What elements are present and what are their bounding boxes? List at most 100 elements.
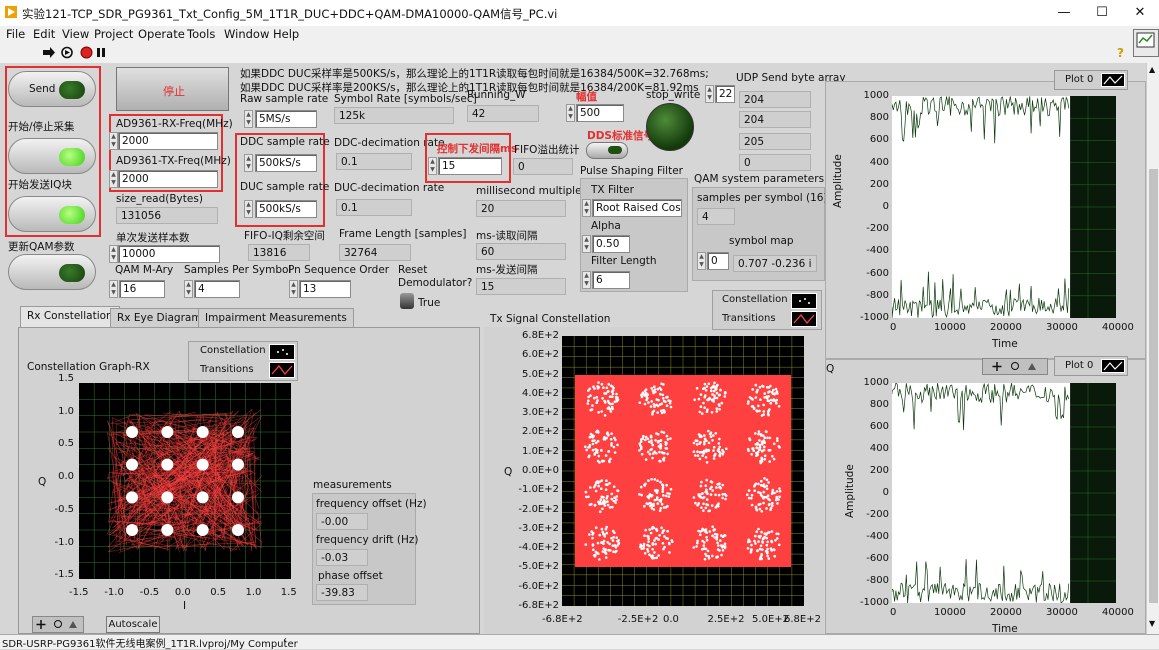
- update-qam-button[interactable]: [8, 254, 96, 290]
- send-button[interactable]: Send: [8, 71, 96, 107]
- reset-demod-switch[interactable]: [400, 293, 414, 309]
- graph-palette[interactable]: [32, 616, 84, 633]
- amp-spinner[interactable]: ▲ ▼: [566, 104, 575, 122]
- alpha-spinner[interactable]: ▲ ▼: [582, 235, 591, 253]
- tick-label: -0.5: [54, 503, 74, 515]
- run-arrow-icon[interactable]: [42, 46, 56, 62]
- symbol-sample: [649, 502, 653, 505]
- rx-constellation-plot[interactable]: [79, 383, 291, 579]
- menu-project[interactable]: Project: [94, 27, 133, 41]
- freq-drift-label: frequency drift (Hz): [316, 534, 419, 546]
- minimize-button[interactable]: —: [1044, 0, 1084, 26]
- menu-tools[interactable]: Tools: [187, 27, 215, 41]
- close-button[interactable]: ✕: [1120, 0, 1159, 26]
- tx-legend-dots-swatch[interactable]: [791, 293, 817, 309]
- interval-spinner[interactable]: ▲ ▼: [428, 157, 437, 175]
- q-amplitude-plot[interactable]: [891, 382, 1116, 604]
- tx-freq-spinner[interactable]: ▲ ▼: [109, 170, 118, 188]
- sps-spinner[interactable]: ▲ ▼: [184, 280, 193, 298]
- udp-index-input[interactable]: 22: [715, 85, 735, 103]
- qam-mary-spinner[interactable]: ▲ ▼: [109, 280, 118, 298]
- rx-legend-line-swatch[interactable]: [269, 362, 295, 378]
- send-samples-spinner[interactable]: ▲ ▼: [109, 245, 118, 263]
- symbol-map-label: symbol map: [729, 235, 794, 247]
- duc-rate-spinner[interactable]: ▲ ▼: [244, 200, 253, 218]
- send-samples-input[interactable]: 10000: [118, 245, 220, 263]
- rx-freq-spinner[interactable]: ▲ ▼: [109, 132, 118, 150]
- symbol-map-index[interactable]: 0: [707, 252, 729, 270]
- stop-write-led[interactable]: [646, 103, 694, 151]
- symbol-sample: [668, 542, 671, 546]
- menu-view[interactable]: View: [62, 27, 89, 41]
- tx-filter-select[interactable]: Root Raised Cos: [592, 199, 682, 217]
- q-plot-palette[interactable]: [982, 358, 1048, 375]
- symbol-map-spinner[interactable]: ▲ ▼: [697, 252, 706, 270]
- alpha-input[interactable]: 0.50: [592, 235, 630, 253]
- udp-index-spinner[interactable]: ▲ ▼: [705, 85, 714, 103]
- symbol-sample: [659, 388, 663, 391]
- pn-spinner[interactable]: ▲ ▼: [289, 280, 298, 298]
- dds-toggle-button[interactable]: [586, 142, 628, 159]
- pause-icon[interactable]: [96, 46, 106, 62]
- rx-x-axis-label: I: [183, 600, 187, 612]
- symbol-sample: [723, 545, 727, 548]
- pn-input[interactable]: 13: [299, 280, 351, 298]
- symbol-sample: [659, 444, 663, 448]
- symbol-sample: [721, 483, 725, 487]
- fifo-iq-label: FIFO-IQ剩余空间: [244, 230, 325, 242]
- i-amplitude-plot[interactable]: [891, 96, 1116, 319]
- menu-file[interactable]: File: [6, 27, 25, 41]
- interval-input[interactable]: 15: [438, 157, 502, 175]
- maximize-button[interactable]: ☐: [1082, 0, 1122, 26]
- symbol-sample: [615, 495, 619, 498]
- symbol-sample: [770, 549, 773, 552]
- tab-rx-constellation[interactable]: Rx Constellation: [20, 306, 120, 328]
- ddc-rate-spinner[interactable]: ▲ ▼: [244, 154, 253, 172]
- tab-impairment-measurements[interactable]: Impairment Measurements: [198, 308, 354, 328]
- symbol-sample: [639, 485, 643, 489]
- abort-icon[interactable]: [80, 46, 93, 62]
- menu-operate[interactable]: Operate: [138, 27, 185, 41]
- rx-legend-dots-swatch[interactable]: [269, 344, 295, 360]
- symbol-sample: [651, 452, 655, 455]
- tx-legend-line-swatch[interactable]: [791, 311, 817, 327]
- scroll-up-arrow[interactable]: ▲: [1149, 65, 1155, 74]
- symbol-sample: [591, 434, 594, 437]
- menu-window[interactable]: Window: [224, 27, 269, 41]
- filter-length-input[interactable]: 6: [592, 271, 630, 289]
- ms-read-label: ms-读取间隔: [476, 230, 538, 242]
- status-scroll-left-arrow[interactable]: ‹: [283, 635, 287, 646]
- stop-button[interactable]: 停止: [116, 67, 229, 111]
- menu-edit[interactable]: Edit: [33, 27, 55, 41]
- help-icon[interactable]: ?: [1116, 45, 1128, 62]
- scroll-down-arrow[interactable]: ▼: [1149, 619, 1155, 628]
- raw-rate-spinner[interactable]: ▲ ▼: [244, 110, 253, 128]
- tx-freq-input[interactable]: 2000: [118, 170, 218, 188]
- symbol-sample: [649, 448, 652, 452]
- q-plot-legend-swatch[interactable]: [1101, 359, 1125, 373]
- duc-rate-input[interactable]: 500kS/s: [255, 200, 317, 218]
- symbol-sample: [650, 439, 653, 442]
- i-plot-legend-swatch[interactable]: [1101, 73, 1125, 87]
- autoscale-button[interactable]: Autoscale: [106, 616, 160, 633]
- run-continuously-icon[interactable]: [60, 46, 74, 62]
- constellation-point: [126, 458, 138, 471]
- vertical-scrollbar[interactable]: ▲ ▼: [1146, 63, 1159, 634]
- rx-freq-input[interactable]: 2000: [118, 132, 218, 150]
- tx-filter-spinner[interactable]: ▲ ▼: [582, 199, 591, 217]
- send-iq-button[interactable]: [8, 138, 96, 174]
- menu-help[interactable]: Help: [273, 27, 299, 41]
- tx-constellation-plot[interactable]: [562, 336, 804, 606]
- filter-length-spinner[interactable]: ▲ ▼: [582, 271, 591, 289]
- iq-toggle-button[interactable]: [8, 196, 96, 232]
- symbol-sample: [668, 492, 672, 496]
- tab-rx-eye-diagram[interactable]: Rx Eye Diagram: [110, 308, 209, 328]
- symbol-sample: [762, 501, 765, 505]
- raw-rate-input[interactable]: 5MS/s: [255, 110, 317, 128]
- scroll-thumb[interactable]: [1149, 169, 1158, 603]
- sps-input[interactable]: 4: [194, 280, 240, 298]
- qam-mary-input[interactable]: 16: [119, 280, 165, 298]
- amp-input[interactable]: 500: [576, 104, 624, 122]
- symbol-sample: [757, 430, 761, 433]
- ddc-rate-input[interactable]: 500kS/s: [255, 154, 317, 172]
